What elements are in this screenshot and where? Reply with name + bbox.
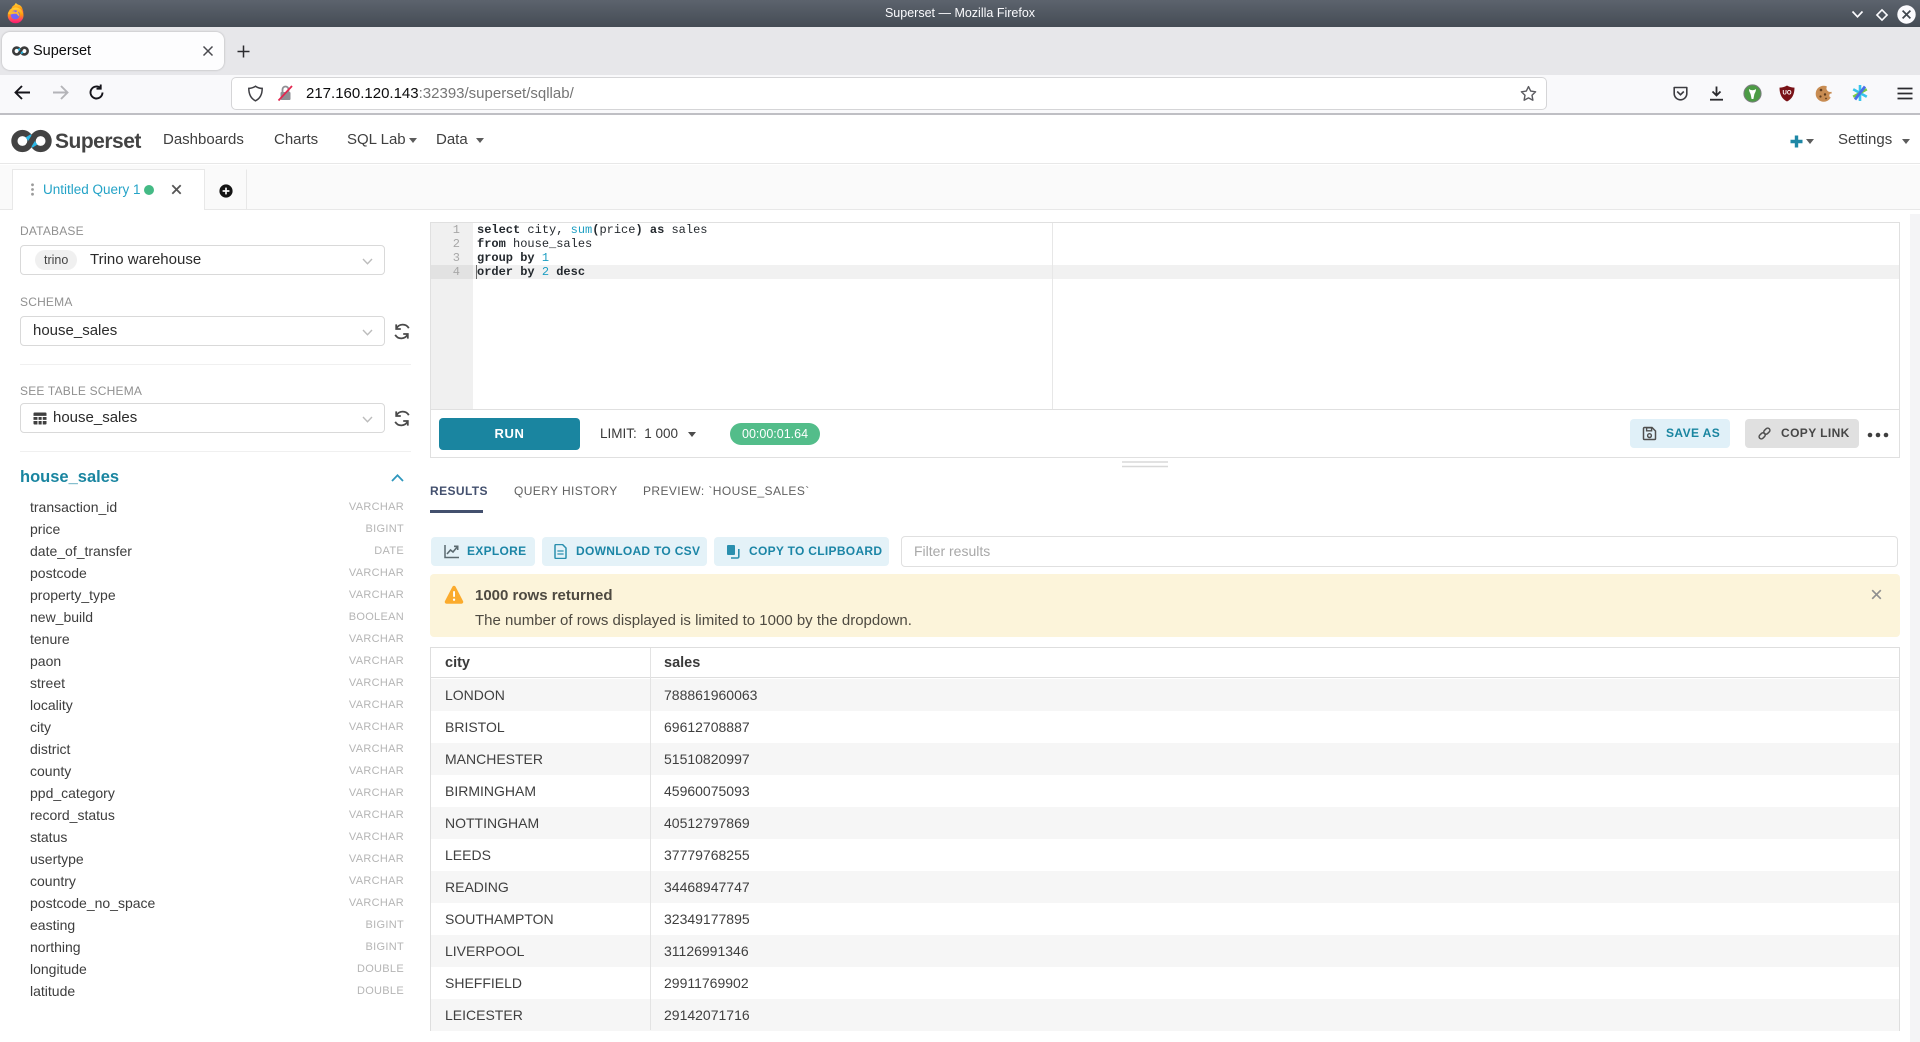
svg-text:UO: UO bbox=[1783, 91, 1792, 97]
